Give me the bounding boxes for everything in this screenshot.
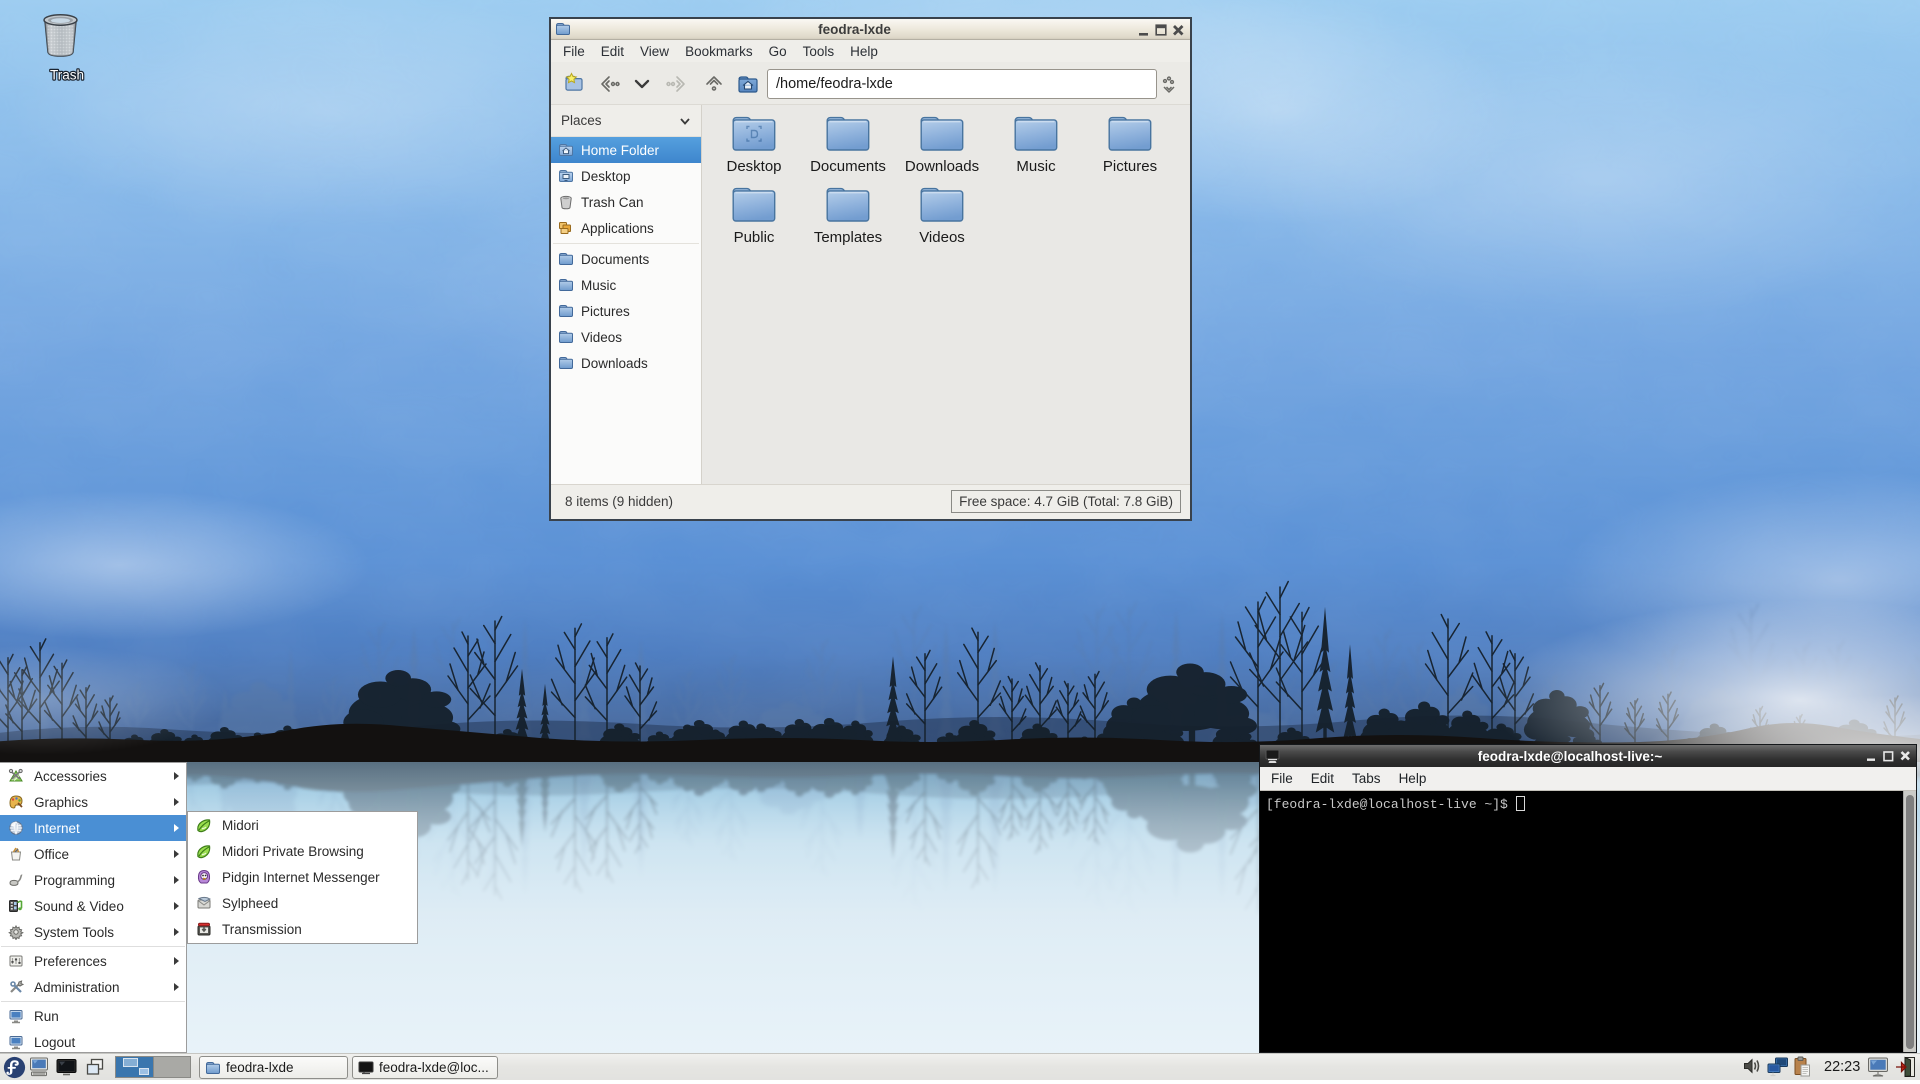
svg-text:Trash: Trash <box>50 68 84 83</box>
